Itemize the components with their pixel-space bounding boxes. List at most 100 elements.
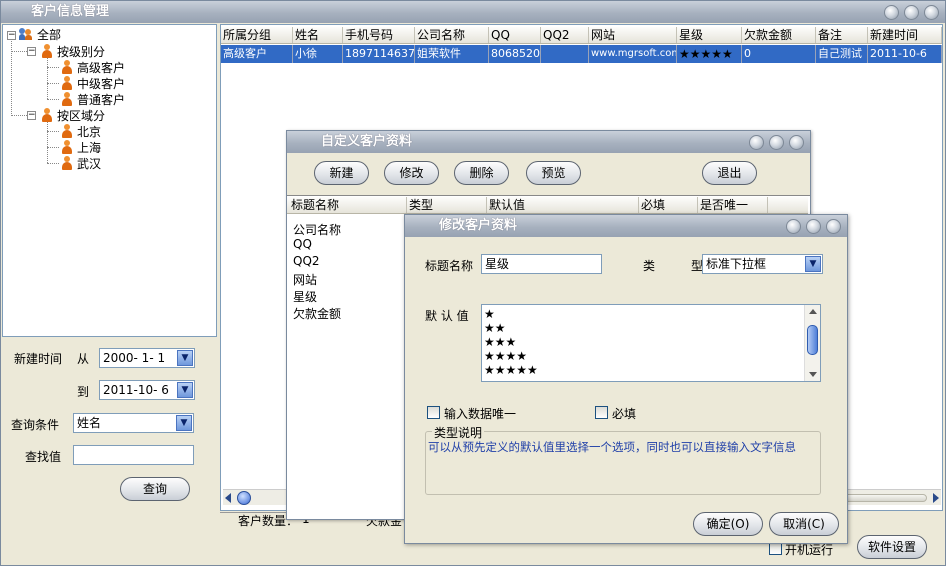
custom-dialog-title: 自定义客户资料 — [321, 134, 413, 149]
table-cell: 18971146371 — [343, 45, 415, 63]
column-header[interactable]: 备注 — [816, 27, 868, 43]
main-titlebar[interactable]: 客户信息管理 — [1, 1, 945, 23]
preview-button[interactable]: 预览 — [526, 161, 581, 185]
table-cell: 姐荣软件 — [415, 45, 489, 63]
column-header[interactable]: 新建时间 — [868, 27, 942, 43]
tree-expander-region[interactable]: − — [27, 111, 36, 120]
column-header[interactable]: 网站 — [589, 27, 677, 43]
tree-item-label: 北京 — [77, 125, 102, 139]
scroll-down-icon[interactable] — [809, 372, 817, 377]
tree-expander-root[interactable]: − — [7, 31, 16, 40]
list-item[interactable]: 公司名称 — [293, 221, 341, 238]
title-name-input[interactable]: 星级 — [481, 254, 602, 274]
main-title: 客户信息管理 — [31, 4, 110, 19]
default-value-line: ★★★ — [484, 335, 517, 349]
edit-dialog-controls — [786, 219, 841, 234]
minimize-icon[interactable] — [884, 5, 899, 20]
maximize-icon[interactable] — [904, 5, 919, 20]
table-cell: 自己测试 — [816, 45, 868, 63]
tree-item-region-group[interactable]: 按区域分 — [41, 108, 105, 124]
maximize-icon[interactable] — [806, 219, 821, 234]
table-cell: www.mgrsoft.com — [589, 45, 677, 63]
tree-item-senior[interactable]: 高级客户 — [61, 60, 125, 76]
chevron-down-icon[interactable]: ▼ — [805, 256, 821, 272]
delete-button[interactable]: 删除 — [454, 161, 509, 185]
column-header[interactable]: 公司名称 — [415, 27, 489, 43]
column-header[interactable]: 标题名称 — [287, 197, 407, 213]
chevron-down-icon[interactable]: ▼ — [177, 350, 193, 366]
column-header[interactable]: QQ — [489, 27, 541, 43]
search-value-label: 查找值 — [25, 450, 62, 464]
edit-button[interactable]: 修改 — [384, 161, 439, 185]
vertical-scrollbar[interactable] — [804, 305, 820, 381]
list-item[interactable]: 网站 — [293, 271, 317, 288]
scroll-left-icon[interactable] — [225, 493, 231, 503]
close-icon[interactable] — [789, 135, 804, 150]
new-button[interactable]: 新建 — [314, 161, 369, 185]
ok-button[interactable]: 确定(O) — [693, 512, 763, 536]
column-header[interactable]: 必填 — [639, 197, 698, 213]
custom-dialog-controls — [749, 135, 804, 150]
unique-label: 输入数据唯一 — [444, 407, 517, 421]
from-date-picker[interactable]: 2000- 1- 1 ▼ — [99, 348, 195, 368]
tree-item-label: 按区域分 — [57, 109, 106, 123]
unique-checkbox[interactable] — [427, 406, 440, 419]
person-icon — [41, 44, 53, 58]
maximize-icon[interactable] — [769, 135, 784, 150]
column-header[interactable]: 是否唯一 — [698, 197, 768, 213]
person-icon — [61, 92, 73, 106]
to-date-picker[interactable]: 2011-10- 6 ▼ — [99, 380, 195, 400]
query-button[interactable]: 查询 — [120, 477, 190, 501]
scroll-thumb[interactable] — [807, 325, 818, 355]
column-header[interactable]: 姓名 — [293, 27, 343, 43]
exit-button[interactable]: 退出 — [702, 161, 757, 185]
tree-expander-level[interactable]: − — [27, 47, 36, 56]
person-icon — [61, 76, 73, 90]
type-desc-text: 可以从预先定义的默认值里选择一个选项，同时也可以直接输入文字信息 — [428, 440, 796, 454]
minimize-icon[interactable] — [749, 135, 764, 150]
tree-item-beijing[interactable]: 北京 — [61, 124, 101, 140]
scroll-up-icon[interactable] — [809, 309, 817, 314]
table-cell — [541, 45, 589, 63]
from-date-value: 2000- 1- 1 — [103, 351, 166, 365]
column-header[interactable]: 类型 — [407, 197, 487, 213]
search-value-input[interactable] — [73, 445, 194, 465]
tree-item-middle[interactable]: 中级客户 — [61, 76, 125, 92]
cancel-button[interactable]: 取消(C) — [769, 512, 839, 536]
list-item[interactable]: 星级 — [293, 288, 317, 305]
settings-button[interactable]: 软件设置 — [857, 535, 927, 559]
column-header[interactable]: 星级 — [677, 27, 742, 43]
default-values-textarea[interactable]: ★ ★★ ★★★ ★★★★ ★★★★★ — [481, 304, 821, 382]
close-icon[interactable] — [826, 219, 841, 234]
default-value-label: 默 认 值 — [425, 309, 469, 323]
tree-item-root[interactable]: 全部 — [19, 28, 61, 43]
column-header[interactable]: QQ2 — [541, 27, 589, 43]
type-select[interactable]: 标准下拉框 ▼ — [702, 254, 823, 274]
column-header[interactable]: 默认值 — [487, 197, 639, 213]
condition-select[interactable]: 姓名 ▼ — [73, 413, 194, 433]
scroll-thumb[interactable] — [237, 491, 251, 505]
close-icon[interactable] — [924, 5, 939, 20]
column-header[interactable]: 手机号码 — [343, 27, 415, 43]
custom-dialog-titlebar[interactable]: 自定义客户资料 — [287, 131, 810, 153]
list-item[interactable]: QQ2 — [293, 254, 320, 268]
required-label: 必填 — [612, 407, 637, 421]
table-cell: 小徐 — [293, 45, 343, 63]
edit-dialog-titlebar[interactable]: 修改客户资料 — [405, 215, 847, 237]
minimize-icon[interactable] — [786, 219, 801, 234]
scroll-right-icon[interactable] — [933, 493, 939, 503]
column-header[interactable]: 所属分组 — [221, 27, 293, 43]
scroll-track — [843, 494, 927, 502]
chevron-down-icon[interactable]: ▼ — [176, 415, 192, 431]
list-item[interactable]: 欠款金额 — [293, 305, 341, 322]
required-checkbox[interactable] — [595, 406, 608, 419]
column-header[interactable]: 欠款金额 — [742, 27, 816, 43]
tree-item-level-group[interactable]: 按级别分 — [41, 44, 105, 60]
users-icon — [19, 28, 33, 40]
tree-item-normal[interactable]: 普通客户 — [61, 92, 125, 108]
table-row[interactable]: 高级客户 小徐 18971146371 姐荣软件 80685201 www.mg… — [221, 45, 942, 63]
list-item[interactable]: QQ — [293, 237, 312, 251]
tree-item-wuhan[interactable]: 武汉 — [61, 156, 101, 172]
chevron-down-icon[interactable]: ▼ — [177, 382, 193, 398]
tree-item-shanghai[interactable]: 上海 — [61, 140, 101, 156]
